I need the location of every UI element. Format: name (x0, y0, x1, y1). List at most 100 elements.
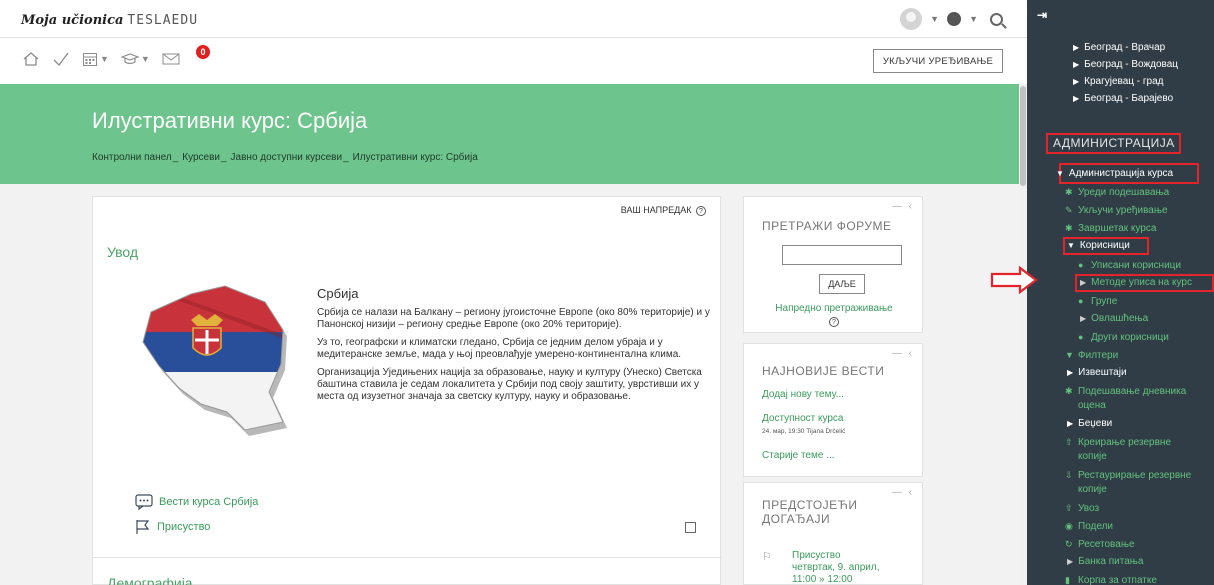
activity-news-forum[interactable]: Вести курса Србија (135, 494, 258, 510)
reports-item[interactable]: ▶ Извештаји (1067, 367, 1127, 379)
course-completion-item[interactable]: ✱ Завршетак курса (1065, 222, 1156, 235)
gradebook-setup-label[interactable]: Подешавање дневника (1078, 386, 1186, 397)
pin-icon[interactable]: ⇥ (1037, 8, 1047, 22)
sidebar-course-label[interactable]: Крагујевац - град (1084, 76, 1163, 87)
activity-attendance[interactable]: Присуство (135, 519, 210, 535)
filters-label[interactable]: Филтери (1078, 350, 1118, 361)
activity-news-link[interactable]: Вести курса Србија (159, 496, 258, 508)
chevron-down-icon[interactable]: ▼ (969, 14, 978, 24)
notification-badge[interactable]: 0 (196, 45, 210, 59)
turn-editing-on-button[interactable]: УКЉУЧИ УРЕЂИВАЊЕ (873, 49, 1003, 73)
chevron-down-icon[interactable]: ▼ (930, 14, 939, 24)
event-name[interactable]: Присуство (792, 550, 841, 561)
block-controls[interactable]: — ‹ (892, 348, 914, 359)
calendar-icon[interactable]: ▼ (82, 51, 109, 67)
import-item[interactable]: ⇧ Увоз (1065, 502, 1099, 515)
badges-label[interactable]: Беџеви (1078, 418, 1112, 429)
reports-label[interactable]: Извештаји (1078, 367, 1126, 378)
filters-item[interactable]: ▼ Филтери (1065, 349, 1118, 362)
home-icon[interactable] (22, 51, 40, 67)
block-controls[interactable]: — ‹ (892, 487, 914, 498)
sidebar-course-label[interactable]: Београд - Врачар (1084, 42, 1165, 53)
add-topic-link[interactable]: Додај нову тему... (762, 389, 844, 400)
edit-settings-item[interactable]: ✱ Уреди подешавања (1065, 186, 1169, 199)
share-item[interactable]: ◉ Подели (1065, 520, 1113, 533)
share-label[interactable]: Подели (1078, 521, 1113, 532)
question-bank-item[interactable]: ▶ Банка питања (1067, 556, 1143, 568)
course-header: Илустративни курс: Србија Контролни пане… (0, 84, 1019, 184)
groups-item[interactable]: ● Групе (1078, 295, 1117, 308)
news-item-link[interactable]: Доступност курса (762, 413, 844, 424)
groups-label[interactable]: Групе (1091, 296, 1117, 307)
event-item[interactable]: Присуство четвртак, 9. април, 11:00 » 12… (792, 550, 880, 585)
section-title[interactable]: Увод (107, 244, 138, 260)
caret-right-icon: ▶ (1067, 557, 1074, 566)
section-title[interactable]: Демографија (107, 575, 193, 585)
scrollbar-thumb[interactable] (1020, 86, 1026, 186)
advanced-search-link[interactable]: Напредно претраживање ? (744, 303, 924, 328)
permissions-label[interactable]: Овлашћења (1091, 313, 1148, 324)
recycle-bin-item[interactable]: ▮ Корпа за отпатке (1065, 574, 1157, 585)
enrolled-users-label[interactable]: Уписани корисници (1091, 260, 1181, 271)
turn-editing-label[interactable]: Укључи уређивање (1078, 205, 1168, 216)
backup-label[interactable]: Креирање резервне (1078, 437, 1171, 448)
globe-icon[interactable] (947, 12, 962, 26)
enrolment-methods-label[interactable]: Методе уписа на курс (1091, 277, 1192, 288)
block-controls[interactable]: — ‹ (892, 201, 914, 212)
chevron-down-icon[interactable]: ▼ (100, 54, 109, 64)
gradebook-setup-item[interactable]: ✱ Подешавање дневника (1065, 385, 1186, 398)
turn-editing-item[interactable]: ✎ Укључи уређивање (1065, 204, 1168, 217)
sidebar-course-item[interactable]: ▶ Београд - Вождовац (1073, 59, 1178, 71)
import-label[interactable]: Увоз (1078, 503, 1099, 514)
sidebar-course-label[interactable]: Београд - Вождовац (1084, 59, 1178, 70)
sidebar-course-item[interactable]: ▶ Београд - Барајево (1073, 93, 1173, 105)
other-users-label[interactable]: Други корисници (1091, 332, 1169, 343)
user-avatar[interactable] (900, 8, 923, 30)
restore-item[interactable]: ⇩ Рестаурирање резервне (1065, 469, 1191, 482)
backup-item[interactable]: ⇧ Креирање резервне (1065, 436, 1171, 449)
course-completion-label[interactable]: Завршетак курса (1078, 223, 1156, 234)
reset-label[interactable]: Ресетовање (1078, 539, 1135, 550)
forum-search-input[interactable] (782, 245, 902, 265)
sidebar-course-item[interactable]: ▶ Београд - Врачар (1073, 42, 1165, 54)
restore-item-2[interactable]: копије (1078, 484, 1107, 496)
mail-icon[interactable] (162, 52, 180, 66)
breadcrumb-item[interactable]: Курсеви (182, 152, 220, 163)
intro-paragraph: Организација Уједињених нација за образо… (317, 367, 702, 402)
sidebar-course-item[interactable]: ▶ Крагујевац - град (1073, 76, 1164, 88)
chevron-down-icon[interactable]: ▼ (141, 54, 150, 64)
page: Moja učionica TESLAEDU ▼ ▼ ▼ ▼ 0 УКЉУЧИ … (0, 0, 1214, 585)
question-bank-label[interactable]: Банка питања (1078, 556, 1143, 567)
recycle-bin-label[interactable]: Корпа за отпатке (1078, 575, 1157, 585)
course-administration-item[interactable]: ▼ Администрација курса (1056, 168, 1173, 180)
search-icon[interactable] (990, 12, 1003, 26)
users-item[interactable]: ▼ Корисници (1067, 240, 1130, 252)
reset-item[interactable]: ↻ Ресетовање (1065, 538, 1135, 551)
older-topics-link[interactable]: Старије теме ... (762, 450, 835, 461)
search-go-button[interactable]: ДАЉЕ (819, 274, 865, 294)
permissions-item[interactable]: ▶ Овлашћења (1080, 313, 1148, 325)
graduation-cap-icon[interactable]: ▼ (120, 51, 150, 67)
checkmark-icon[interactable] (52, 51, 70, 67)
enrolled-users-item[interactable]: ● Уписани корисници (1078, 259, 1181, 272)
breadcrumb-item[interactable]: Јавно доступни курсеви (231, 152, 343, 163)
site-logo[interactable]: Moja učionica TESLAEDU (21, 12, 198, 28)
activity-attendance-link[interactable]: Присуство (157, 521, 210, 533)
intro-paragraph: Уз то, географски и климатски гледано, С… (317, 337, 682, 360)
advanced-search-text[interactable]: Напредно претраживање (775, 303, 892, 314)
page-scrollbar[interactable] (1019, 84, 1027, 585)
breadcrumb-item[interactable]: Контролни панел (92, 152, 172, 163)
users-label[interactable]: Корисници (1080, 240, 1130, 251)
enrolment-methods-item[interactable]: ▶ Методе уписа на курс (1080, 277, 1192, 289)
gradebook-setup-item-2[interactable]: оцена (1078, 400, 1106, 412)
help-icon[interactable]: ? (829, 317, 839, 327)
backup-item-2[interactable]: копије (1078, 451, 1107, 463)
completion-checkbox[interactable] (685, 522, 696, 533)
edit-settings-label[interactable]: Уреди подешавања (1078, 187, 1169, 198)
other-users-item[interactable]: ● Други корисници (1078, 331, 1169, 344)
help-icon[interactable]: ? (696, 206, 706, 216)
course-administration-label[interactable]: Администрација курса (1069, 168, 1173, 179)
sidebar-course-label[interactable]: Београд - Барајево (1084, 93, 1173, 104)
restore-label[interactable]: Рестаурирање резервне (1078, 470, 1191, 481)
badges-item[interactable]: ▶ Беџеви (1067, 418, 1112, 430)
